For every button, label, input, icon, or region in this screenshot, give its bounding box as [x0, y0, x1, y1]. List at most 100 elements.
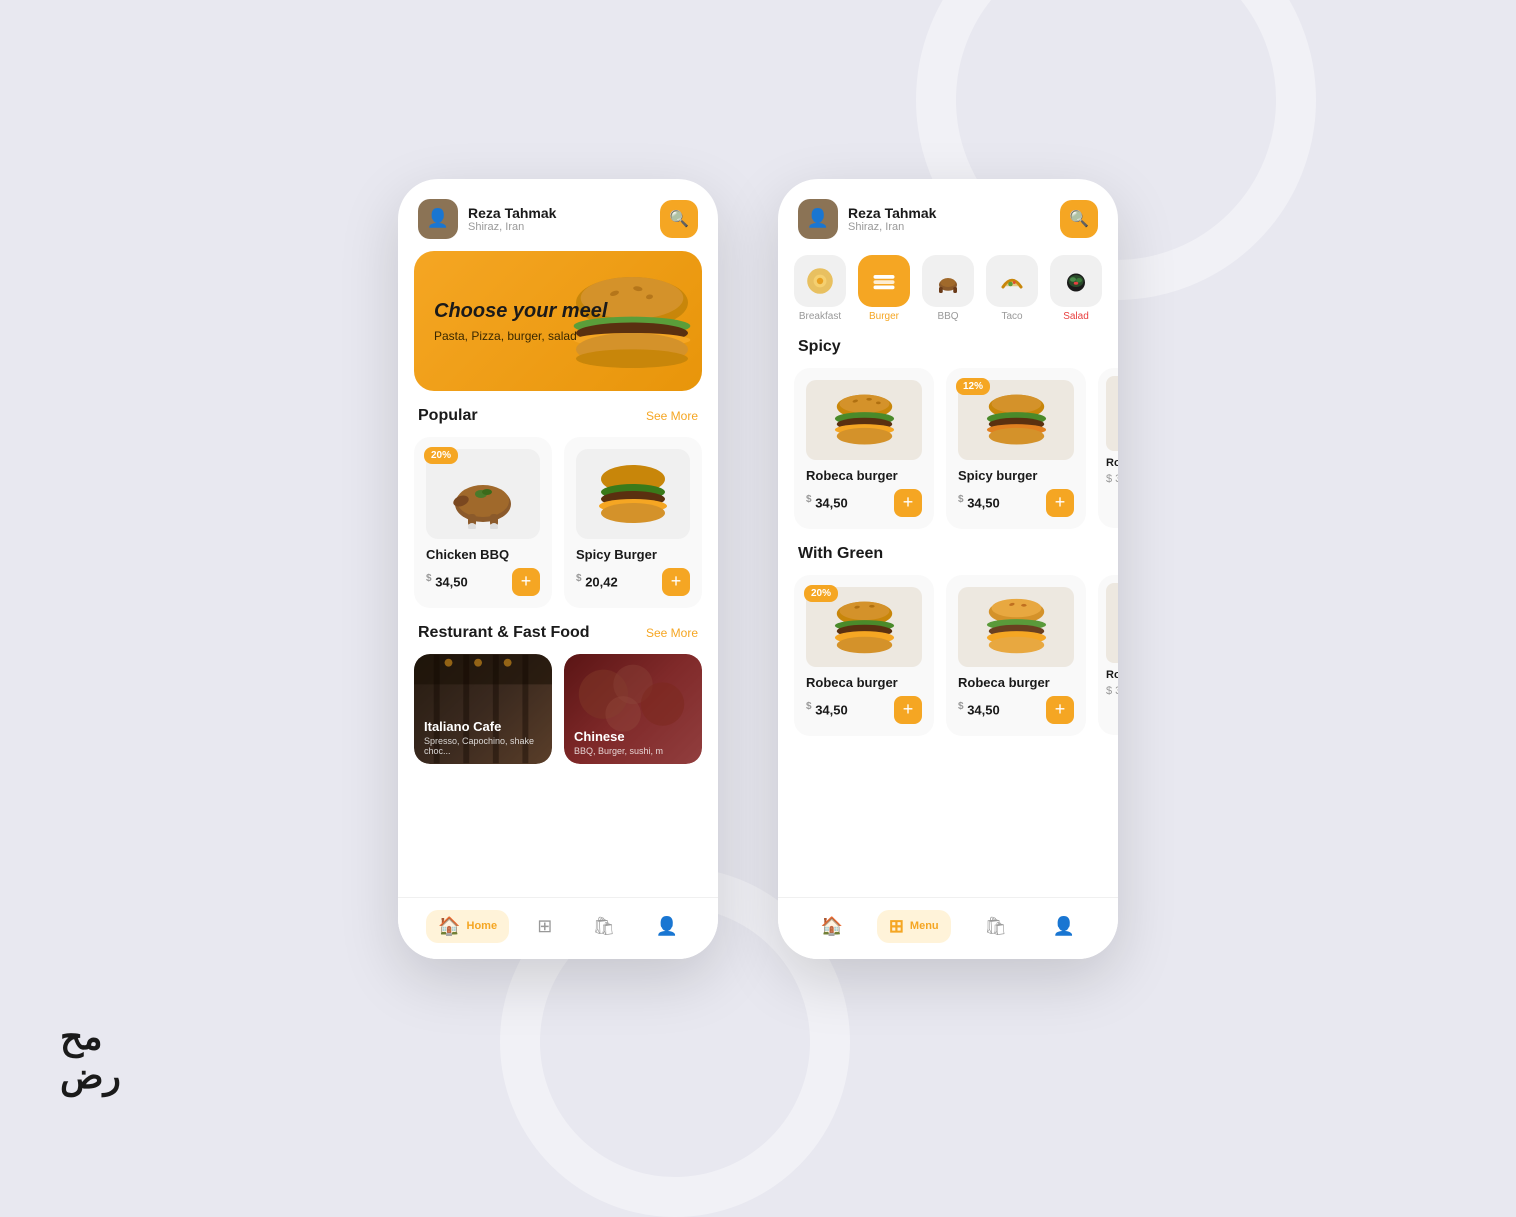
taco-circle — [986, 255, 1038, 307]
green-burger-2-svg — [979, 597, 1054, 657]
green-badge-1: 20% — [804, 585, 838, 602]
nav-home[interactable]: 🏠 Home — [426, 910, 509, 943]
spicy-burger-svg — [979, 390, 1054, 450]
phones-container: 👤 Reza Tahmak Shiraz, Iran 🔍 Choose your… — [398, 179, 1118, 959]
right-nav-menu[interactable]: ⊞ Menu — [877, 910, 951, 943]
left-search-button[interactable]: 🔍 — [660, 200, 698, 238]
category-taco[interactable]: Taco — [986, 255, 1038, 322]
hero-subtitle: Pasta, Pizza, burger, salad — [434, 329, 607, 343]
left-scroll-area: Choose your meel Pasta, Pizza, burger, s… — [398, 251, 718, 959]
green-price-row-2: $ 34,50 + — [958, 696, 1074, 724]
restaurant-see-more[interactable]: See More — [646, 626, 698, 640]
cart-icon: 🛍 — [592, 916, 615, 937]
green-add-btn-1[interactable]: + — [894, 696, 922, 724]
restaurant-title: Resturant & Fast Food — [418, 624, 590, 642]
green-food-2 — [958, 587, 1074, 667]
left-avatar: 👤 — [418, 199, 458, 239]
salad-circle — [1050, 255, 1102, 307]
green-card-1[interactable]: 20% Robeca burger — [794, 575, 934, 736]
right-user-location: Shiraz, Iran — [848, 221, 936, 233]
right-avatar: 👤 — [798, 199, 838, 239]
italiano-info: Italiano Cafe Spresso, Capochino, shake … — [414, 711, 552, 764]
food-price-2: $ 20,42 — [576, 573, 618, 589]
popular-cards-row: 20% — [398, 437, 718, 624]
spicy-price-row-2: $ 34,50 + — [958, 489, 1074, 517]
right-nav-cart[interactable]: 🛍 — [972, 910, 1019, 943]
right-nav-profile[interactable]: 👤 — [1041, 910, 1087, 943]
category-burger[interactable]: Burger — [858, 255, 910, 322]
home-icon: 🏠 — [438, 916, 460, 937]
logo: مح رض — [60, 1018, 121, 1097]
right-nav-menu-label: Menu — [910, 920, 939, 932]
popular-section-header: Popular See More — [398, 407, 718, 437]
category-salad[interactable]: Salad — [1050, 255, 1102, 322]
green-partial-img — [1106, 583, 1118, 663]
restaurant-section-header: Resturant & Fast Food See More — [398, 624, 718, 654]
green-name-1: Robeca burger — [806, 675, 922, 690]
popular-title: Popular — [418, 407, 478, 425]
right-user-name: Reza Tahmak — [848, 205, 936, 221]
price-symbol-2: $ — [576, 573, 582, 584]
spicy-card-2[interactable]: 12% Spicy burger — [946, 368, 1086, 529]
right-search-button[interactable]: 🔍 — [1060, 200, 1098, 238]
green-add-btn-2[interactable]: + — [1046, 696, 1074, 724]
hero-title: Choose your meel — [434, 299, 607, 323]
phone-right: 👤 Reza Tahmak Shiraz, Iran 🔍 — [778, 179, 1118, 959]
spicy-add-btn-1[interactable]: + — [894, 489, 922, 517]
right-nav-home[interactable]: 🏠 — [809, 910, 855, 943]
chinese-name: Chinese — [574, 729, 692, 744]
with-green-title: With Green — [798, 545, 883, 563]
hero-banner: Choose your meel Pasta, Pizza, burger, s… — [414, 251, 702, 391]
right-user-info: 👤 Reza Tahmak Shiraz, Iran — [798, 199, 936, 239]
spicy-add-btn-2[interactable]: + — [1046, 489, 1074, 517]
burger-category-icon — [869, 266, 899, 296]
left-header: 👤 Reza Tahmak Shiraz, Iran 🔍 — [398, 179, 718, 251]
food-name-2: Spicy Burger — [576, 547, 690, 562]
spicy-card-1[interactable]: Robeca burger $ 34,50 + — [794, 368, 934, 529]
category-bbq[interactable]: BBQ — [922, 255, 974, 322]
left-user-location: Shiraz, Iran — [468, 221, 556, 233]
chicken-svg — [443, 459, 523, 529]
green-name-2: Robeca burger — [958, 675, 1074, 690]
add-button-1[interactable]: + — [512, 568, 540, 596]
green-price-1: $ 34,50 — [806, 701, 848, 717]
spicy-card-partial: Rob $ 3 — [1098, 368, 1118, 528]
burger-label: Burger — [869, 311, 899, 322]
nav-menu[interactable]: ⊞ — [525, 910, 564, 943]
logo-text: مح رض — [60, 1018, 121, 1097]
hero-text: Choose your meel Pasta, Pizza, burger, s… — [434, 299, 607, 343]
left-user-info: 👤 Reza Tahmak Shiraz, Iran — [418, 199, 556, 239]
spicy-name-2: Spicy burger — [958, 468, 1074, 483]
right-bottom-nav: 🏠 ⊞ Menu 🛍 👤 — [778, 897, 1118, 959]
burger-card-svg — [593, 459, 673, 529]
partial-food-img — [1106, 376, 1118, 451]
partial-name: Rob — [1106, 457, 1118, 469]
food-price-row-1: $ 34,50 + — [426, 568, 540, 596]
green-card-2[interactable]: Robeca burger $ 34,50 + — [946, 575, 1086, 736]
popular-see-more[interactable]: See More — [646, 409, 698, 423]
add-button-2[interactable]: + — [662, 568, 690, 596]
food-price-row-2: $ 20,42 + — [576, 568, 690, 596]
popular-card-1[interactable]: 20% — [414, 437, 552, 608]
restaurant-card-2[interactable]: Chinese BBQ, Burger, sushi, m — [564, 654, 702, 764]
right-header: 👤 Reza Tahmak Shiraz, Iran 🔍 — [778, 179, 1118, 251]
food-name-1: Chicken BBQ — [426, 547, 540, 562]
green-partial-price: $ 3 — [1106, 685, 1118, 697]
bbq-icon — [933, 266, 963, 296]
nav-cart[interactable]: 🛍 — [580, 910, 627, 943]
breakfast-icon — [804, 265, 836, 297]
restaurant-card-1[interactable]: Italiano Cafe Spresso, Capochino, shake … — [414, 654, 552, 764]
price-symbol-1: $ — [426, 573, 432, 584]
popular-card-2[interactable]: Spicy Burger $ 20,42 + — [564, 437, 702, 608]
breakfast-circle — [794, 255, 846, 307]
nav-profile[interactable]: 👤 — [643, 910, 689, 943]
category-breakfast[interactable]: Breakfast — [794, 255, 846, 322]
breakfast-label: Breakfast — [799, 311, 841, 322]
chinese-info: Chinese BBQ, Burger, sushi, m — [564, 721, 702, 764]
green-burger-1-svg — [827, 597, 902, 657]
right-menu-icon: ⊞ — [889, 916, 904, 937]
chinese-desc: BBQ, Burger, sushi, m — [574, 746, 692, 756]
spicy-food-1 — [806, 380, 922, 460]
profile-icon: 👤 — [655, 916, 677, 937]
with-green-cards-row: 20% Robeca burger — [778, 575, 1118, 752]
